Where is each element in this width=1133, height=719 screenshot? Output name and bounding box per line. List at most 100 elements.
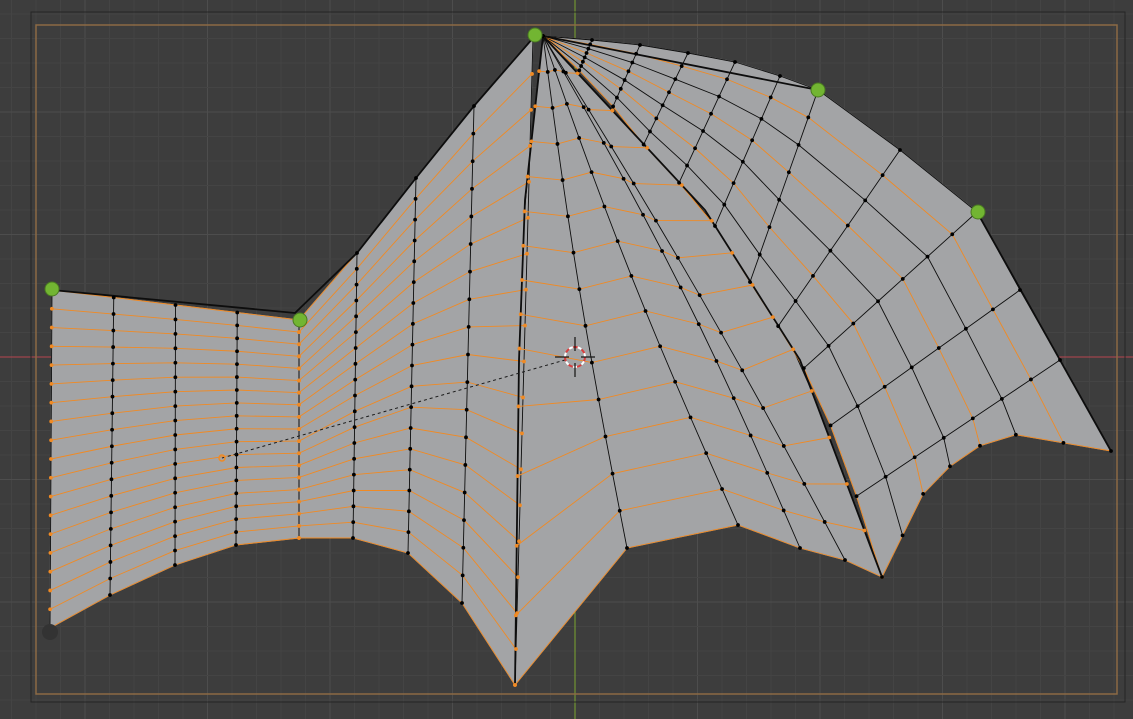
mesh-vertex: [173, 404, 178, 409]
mesh-vertex: [750, 283, 755, 287]
control-point-icon: [527, 27, 543, 43]
mesh-vertex: [235, 349, 239, 354]
mesh-vertex: [352, 441, 357, 445]
mesh-vertex: [596, 397, 601, 402]
mesh-vertex: [352, 409, 357, 414]
mesh-vertex: [411, 280, 416, 285]
mesh-vertex: [48, 475, 53, 480]
mesh-vertex: [414, 176, 418, 180]
mesh-vertex: [693, 146, 697, 151]
mesh-vertex: [725, 77, 729, 82]
mesh-vertex: [921, 491, 926, 496]
mesh-vertex: [991, 307, 995, 312]
mesh-vertex: [564, 101, 569, 106]
mesh-vertex: [978, 443, 982, 448]
mesh-vertex: [173, 447, 178, 452]
mesh-vertex: [759, 116, 764, 121]
mesh-vertex: [513, 683, 517, 687]
mesh-vertex: [297, 451, 301, 456]
mesh-vertex: [297, 499, 301, 504]
mesh-vertex: [900, 533, 905, 538]
mesh-vertex: [173, 433, 178, 437]
mesh-vertex: [173, 490, 178, 495]
mesh-vertex: [617, 508, 622, 513]
mesh-vertex: [679, 64, 684, 68]
mesh-vertex: [514, 543, 519, 548]
mesh-vertex: [48, 588, 53, 593]
mesh-vertex: [297, 402, 301, 407]
3d-viewport[interactable]: Top Orthographic: [0, 0, 1133, 719]
mesh-vertex: [410, 363, 414, 368]
mesh-vertex: [777, 197, 782, 202]
mesh-vertex: [525, 251, 529, 256]
mesh-vertex: [524, 287, 528, 292]
mesh-vertex: [468, 242, 473, 246]
mesh-vertex: [353, 361, 358, 366]
mesh-vertex: [408, 446, 413, 451]
mesh-vertex: [470, 159, 475, 164]
mesh-vertex: [713, 224, 717, 228]
mesh-vertex: [235, 362, 239, 367]
mesh-vertex: [108, 560, 113, 564]
mesh-vertex: [667, 90, 671, 95]
mesh-vertex: [352, 456, 357, 461]
mesh-vertex: [49, 438, 54, 443]
mesh-vertex: [297, 511, 301, 516]
mesh-vertex: [464, 435, 468, 440]
mesh-vertex: [806, 115, 811, 120]
mesh-vertex: [845, 223, 850, 228]
mesh-vertex: [876, 299, 880, 304]
mesh-vertex: [533, 104, 538, 109]
mesh-vertex: [521, 395, 525, 400]
mesh-vertex: [48, 532, 53, 537]
mesh-vertex: [297, 523, 301, 528]
viewport-canvas[interactable]: [0, 0, 1133, 719]
mesh-vertex: [909, 365, 914, 370]
mesh-vertex: [353, 330, 358, 335]
mesh-vertex: [173, 375, 178, 380]
mesh-vertex: [1013, 432, 1018, 437]
mesh-vertex: [462, 490, 467, 495]
mesh-vertex: [234, 491, 239, 496]
mesh-vertex: [173, 331, 178, 336]
mesh-vertex: [297, 366, 301, 371]
mesh-vertex: [111, 295, 116, 300]
mesh-vertex: [409, 405, 414, 410]
mesh-vertex: [412, 238, 417, 243]
mesh-vertex: [566, 214, 570, 219]
mesh-vertex: [1029, 377, 1033, 382]
mesh-vertex: [516, 404, 521, 409]
mesh-vertex: [843, 558, 847, 562]
mesh-vertex: [407, 488, 412, 493]
mesh-vertex: [963, 326, 968, 331]
mesh-vertex: [697, 293, 702, 298]
mesh-vertex: [590, 360, 594, 365]
mesh-vertex: [560, 178, 565, 182]
mesh-vertex: [563, 70, 568, 75]
mesh-vertex: [355, 251, 359, 255]
mesh-vertex: [757, 252, 762, 257]
mesh-vertex: [658, 344, 663, 349]
mesh-vertex: [660, 249, 664, 253]
mesh-vertex: [552, 68, 557, 72]
mesh-vertex: [638, 43, 642, 47]
mesh-vertex: [748, 433, 753, 438]
control-point-icon: [292, 312, 308, 328]
mesh-vertex: [550, 106, 555, 110]
mesh-vertex: [731, 396, 736, 401]
mesh-vertex: [412, 259, 417, 264]
mesh-vertex: [796, 142, 801, 147]
mesh-vertex: [537, 69, 542, 74]
mesh-vertex: [109, 444, 114, 449]
mesh-vertex: [827, 435, 832, 440]
mesh-vertex: [798, 546, 802, 550]
mesh-vertex: [460, 601, 464, 605]
mesh-vertex: [109, 493, 114, 498]
mesh-vertex: [678, 285, 683, 290]
mesh-vertex: [809, 389, 814, 393]
mesh-vertex: [586, 107, 591, 112]
mesh-vertex: [234, 439, 239, 444]
mesh-vertex: [801, 366, 806, 371]
mesh-vertex: [109, 477, 114, 482]
mesh-vertex: [352, 425, 357, 430]
